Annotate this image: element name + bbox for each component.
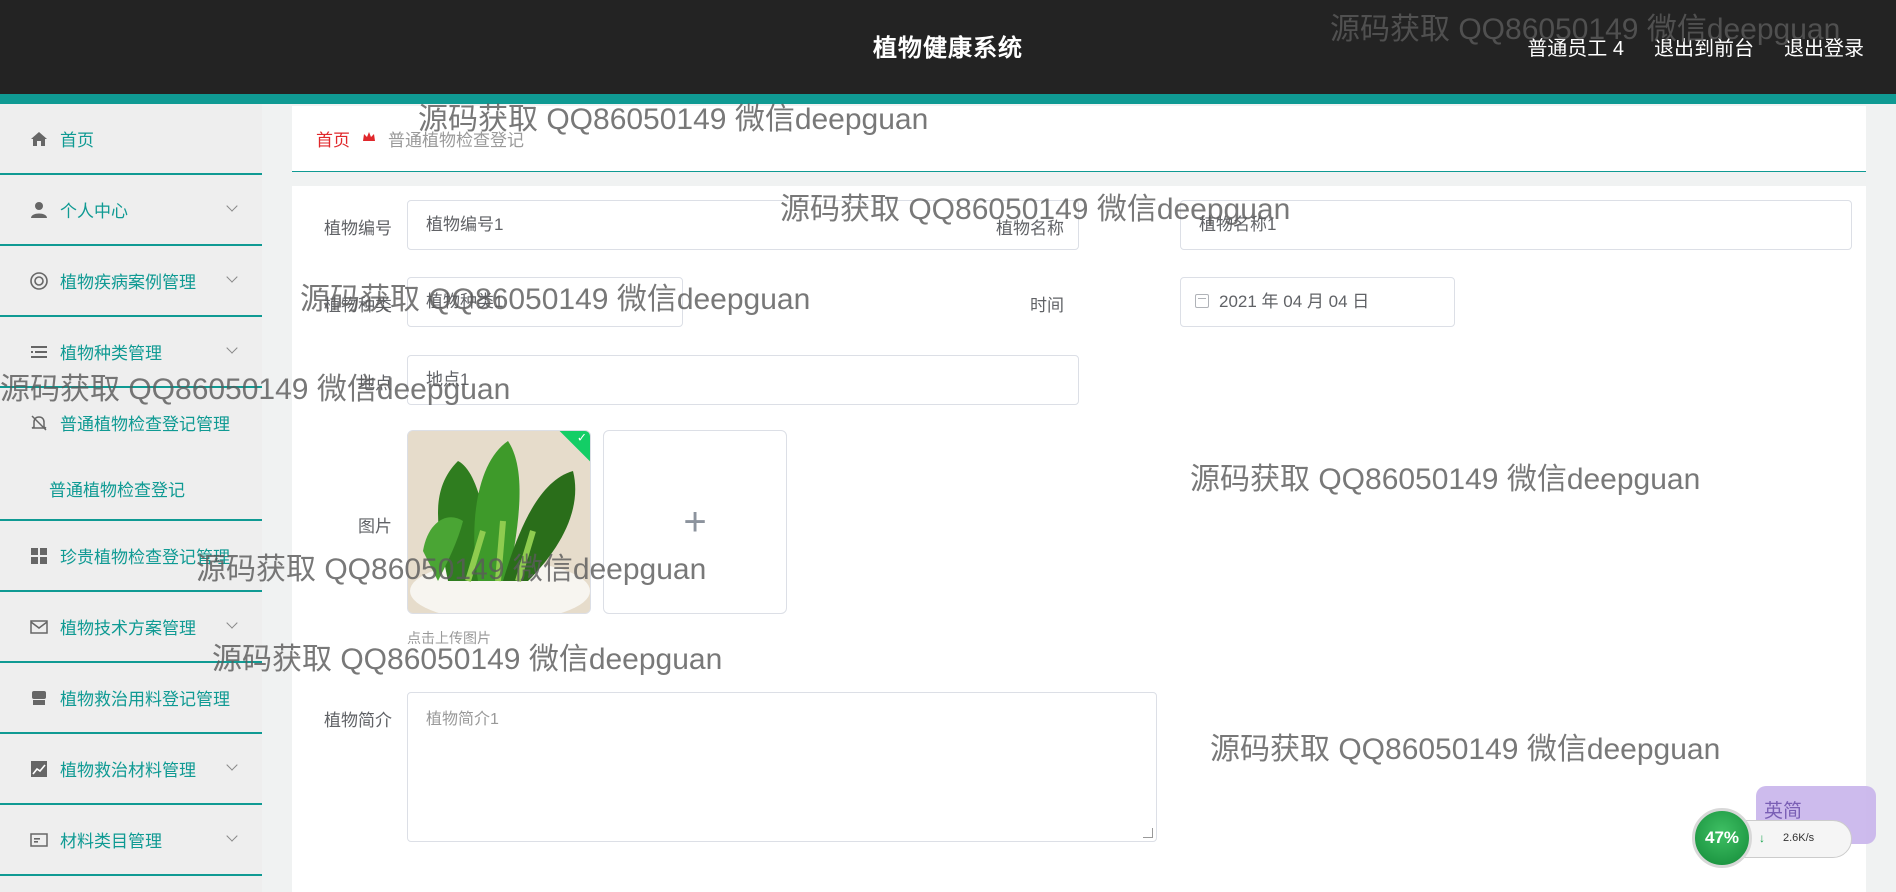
header-accent-bar [0,94,1896,104]
sidebar-item-label: 植物救治材料管理 [60,761,196,780]
sidebar: 首页 个人中心 植物疾病案例管理 植物种类管理 普通植物检查登记管理 普通植物检… [0,104,262,892]
user-icon [28,199,50,221]
main-content: 首页 普通植物检查登记 植物编号 植物编号1 植物名称 植物名称1 植物种类 植… [262,104,1896,892]
header-actions: 普通员工 4 退出到前台 退出登录 [1527,32,1864,61]
sidebar-item-label: 植物种类管理 [60,344,162,363]
plant-code-label: 植物编号 [324,219,392,238]
sidebar-item-personal-center[interactable]: 个人中心 [0,175,262,246]
sidebar-item-tech-plans[interactable]: 植物技术方案管理 [0,592,262,663]
list-icon [28,341,50,363]
inspection-form: 植物编号 植物编号1 植物名称 植物名称1 植物种类 植物种类1 时间 2021… [292,186,1866,892]
memory-usage-badge[interactable]: 47% [1692,808,1752,868]
network-speed: 2.6K/s [1783,832,1815,844]
lifebuoy-icon [28,270,50,292]
sidebar-item-label: 首页 [60,131,94,150]
chart-icon [28,758,50,780]
uploaded-image-thumbnail[interactable]: ✓ [407,430,591,614]
sidebar-item-label: 植物救治用料登记管理 [60,690,230,709]
plant-name-input[interactable]: 植物名称1 [1180,200,1852,250]
sidebar-item-treatment-supplies[interactable]: 植物救治用料登记管理 [0,663,262,734]
check-icon: ✓ [576,430,587,445]
download-arrow-icon: ↓ [1759,831,1765,845]
resize-handle-icon[interactable] [1143,828,1153,838]
logout-link[interactable]: 退出登录 [1784,32,1864,61]
ime-label: 英简 [1764,801,1803,822]
sidebar-item-label: 植物疾病案例管理 [60,273,196,292]
time-label: 时间 [1030,296,1064,315]
chevron-down-icon [226,200,238,212]
card-icon [28,829,50,851]
store-icon [28,687,50,709]
grid-icon [28,545,50,567]
plant-type-label: 植物种类 [324,296,392,315]
sidebar-item-label: 普通植物检查登记管理 [60,415,230,434]
sidebar-item-material-categories[interactable]: 材料类目管理 [0,805,262,876]
breadcrumb-current: 普通植物检查登记 [388,131,524,150]
breadcrumb-home[interactable]: 首页 [316,126,350,151]
top-header: 植物健康系统 普通员工 4 退出到前台 退出登录 [0,0,1896,94]
sidebar-item-label: 珍贵植物检查登记管理 [60,548,230,567]
chevron-down-icon [226,342,238,354]
sidebar-item-label: 植物技术方案管理 [60,619,196,638]
mail-icon [28,616,50,638]
sidebar-item-treatment-materials[interactable]: 植物救治材料管理 [0,734,262,805]
date-picker[interactable]: 2021 年 04 月 04 日 [1180,277,1455,327]
intro-value: 植物简介1 [426,711,499,728]
sidebar-item-plant-types[interactable]: 植物种类管理 [0,317,262,388]
date-value: 2021 年 04 月 04 日 [1219,292,1370,311]
plant-name-label: 植物名称 [996,219,1064,238]
exit-to-front-link[interactable]: 退出到前台 [1654,32,1754,61]
sidebar-item-label: 材料类目管理 [60,832,162,851]
crown-icon [362,130,376,147]
intro-textarea[interactable]: 植物简介1 [407,692,1157,842]
sidebar-item-disease-cases[interactable]: 植物疾病案例管理 [0,246,262,317]
sidebar-item-home[interactable]: 首页 [0,104,262,175]
place-input[interactable]: 地点1 [407,355,1079,405]
chevron-down-icon [226,617,238,629]
upload-tip: 点击上传图片 [407,630,491,646]
sidebar-item-normal-inspection[interactable]: 普通植物检查登记管理 [0,388,262,457]
current-user-label: 普通员工 4 [1527,38,1624,60]
chevron-down-icon [226,830,238,842]
plant-photo [408,431,590,613]
image-label: 图片 [358,517,392,536]
chevron-down-icon [226,271,238,283]
sidebar-item-label: 个人中心 [60,202,128,221]
intro-label: 植物简介 [324,711,392,730]
upload-add-button[interactable]: + [603,430,787,614]
sidebar-subitem-normal-inspection[interactable]: 普通植物检查登记 [0,457,262,521]
chevron-down-icon [226,759,238,771]
calendar-icon [1195,294,1209,308]
sidebar-item-rare-inspection[interactable]: 珍贵植物检查登记管理 [0,521,262,592]
sidebar-subitem-label: 普通植物检查登记 [49,480,185,500]
place-label: 地点 [358,374,392,393]
bell-off-icon [28,412,50,434]
home-icon [28,128,50,150]
breadcrumb: 首页 普通植物检查登记 [292,106,1866,172]
plant-type-select[interactable]: 植物种类1 [407,277,683,327]
